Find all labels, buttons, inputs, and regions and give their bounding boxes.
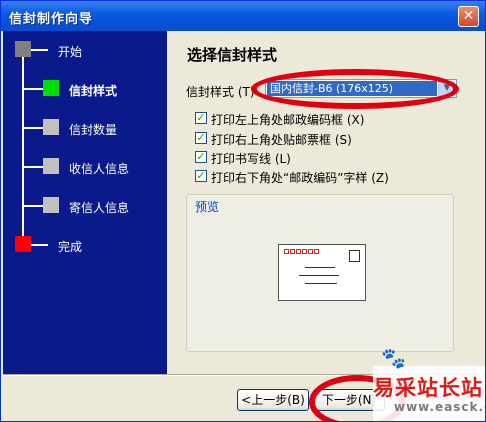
step-finish: 完成: [3, 235, 167, 257]
close-button[interactable]: ✕: [458, 6, 479, 27]
step-envelope-style-marker: [43, 80, 59, 96]
envelope-style-select[interactable]: 国内信封-B6 (176x125) ▼: [265, 79, 457, 98]
step-finish-label: 完成: [58, 240, 83, 254]
checkbox-checked-icon[interactable]: ✓: [195, 112, 207, 124]
window-title: 信封制作向导: [9, 12, 94, 27]
step-recipient-info-label: 收信人信息: [69, 162, 130, 176]
address-line: [299, 275, 339, 276]
option-zip-box-label: 打印左上角处邮政编码框 (X): [211, 113, 365, 127]
paw-icon: 🐾: [381, 346, 406, 370]
step-sender-info-marker: [43, 197, 59, 213]
step-finish-marker: [15, 236, 31, 252]
back-button[interactable]: <上一步(B): [237, 389, 309, 411]
step-sender-info-label: 寄信人信息: [69, 201, 130, 215]
zip-box-icon: [290, 249, 295, 254]
close-icon: ✕: [462, 8, 475, 24]
zip-box-icon: [296, 249, 301, 254]
chevron-down-icon[interactable]: ▼: [438, 81, 455, 96]
envelope-style-label: 信封样式 (T): [186, 85, 255, 99]
steps-panel: 开始 信封样式 信封数量 收信人信息 寄信人信息 完成: [3, 31, 167, 374]
checkbox-checked-icon[interactable]: ✓: [195, 170, 207, 182]
step-envelope-count-marker: [43, 119, 59, 135]
step-envelope-count-label: 信封数量: [69, 123, 118, 137]
stamp-box-icon: [349, 250, 360, 262]
envelope-style-value: 国内信封-B6 (176x125): [267, 81, 437, 96]
step-connector: [23, 127, 43, 129]
step-connector: [23, 166, 43, 168]
option-writing-lines-label: 打印书写线 (L): [211, 152, 291, 166]
zip-box-icon: [308, 249, 313, 254]
preview-label: 预览: [195, 200, 220, 214]
title-bar[interactable]: 信封制作向导 ✕: [1, 1, 485, 31]
step-start-marker: [15, 41, 31, 57]
option-stamp-box-label: 打印右上角处贴邮票框 (S): [211, 133, 352, 147]
checkbox-checked-icon[interactable]: ✓: [195, 132, 207, 144]
address-line: [305, 267, 335, 268]
content-panel: 选择信封样式 信封样式 (T) 国内信封-B6 (176x125) ▼ ✓ 打印…: [167, 31, 483, 374]
watermark-title: 易采站长站: [373, 376, 483, 400]
address-line: [305, 283, 337, 284]
zip-box-icon: [284, 249, 289, 254]
step-recipient-info: 收信人信息: [3, 157, 167, 179]
step-start-label: 开始: [58, 45, 83, 59]
checkbox-checked-icon[interactable]: ✓: [195, 151, 207, 163]
wizard-window: 信封制作向导 ✕ 开始 信封样式 信封数量 收信人信息 寄信人信息 完成 选择信…: [0, 0, 486, 422]
zip-box-icon: [314, 249, 319, 254]
zip-box-icon: [302, 249, 307, 254]
step-envelope-style-label: 信封样式: [69, 84, 118, 98]
step-connector: [23, 88, 43, 90]
step-connector: [31, 244, 48, 246]
watermark-url: www.easck.com: [394, 400, 485, 414]
option-zip-text-label: 打印右下角处“邮政编码”字样 (Z): [211, 171, 389, 185]
step-connector: [23, 205, 43, 207]
step-start: 开始: [3, 40, 167, 62]
preview-group: 预览: [186, 194, 454, 352]
step-envelope-style: 信封样式: [3, 79, 167, 101]
step-recipient-info-marker: [43, 158, 59, 174]
page-title: 选择信封样式: [187, 46, 278, 64]
step-connector: [31, 49, 48, 51]
step-sender-info: 寄信人信息: [3, 196, 167, 218]
envelope-preview: [278, 244, 366, 301]
step-envelope-count: 信封数量: [3, 118, 167, 140]
